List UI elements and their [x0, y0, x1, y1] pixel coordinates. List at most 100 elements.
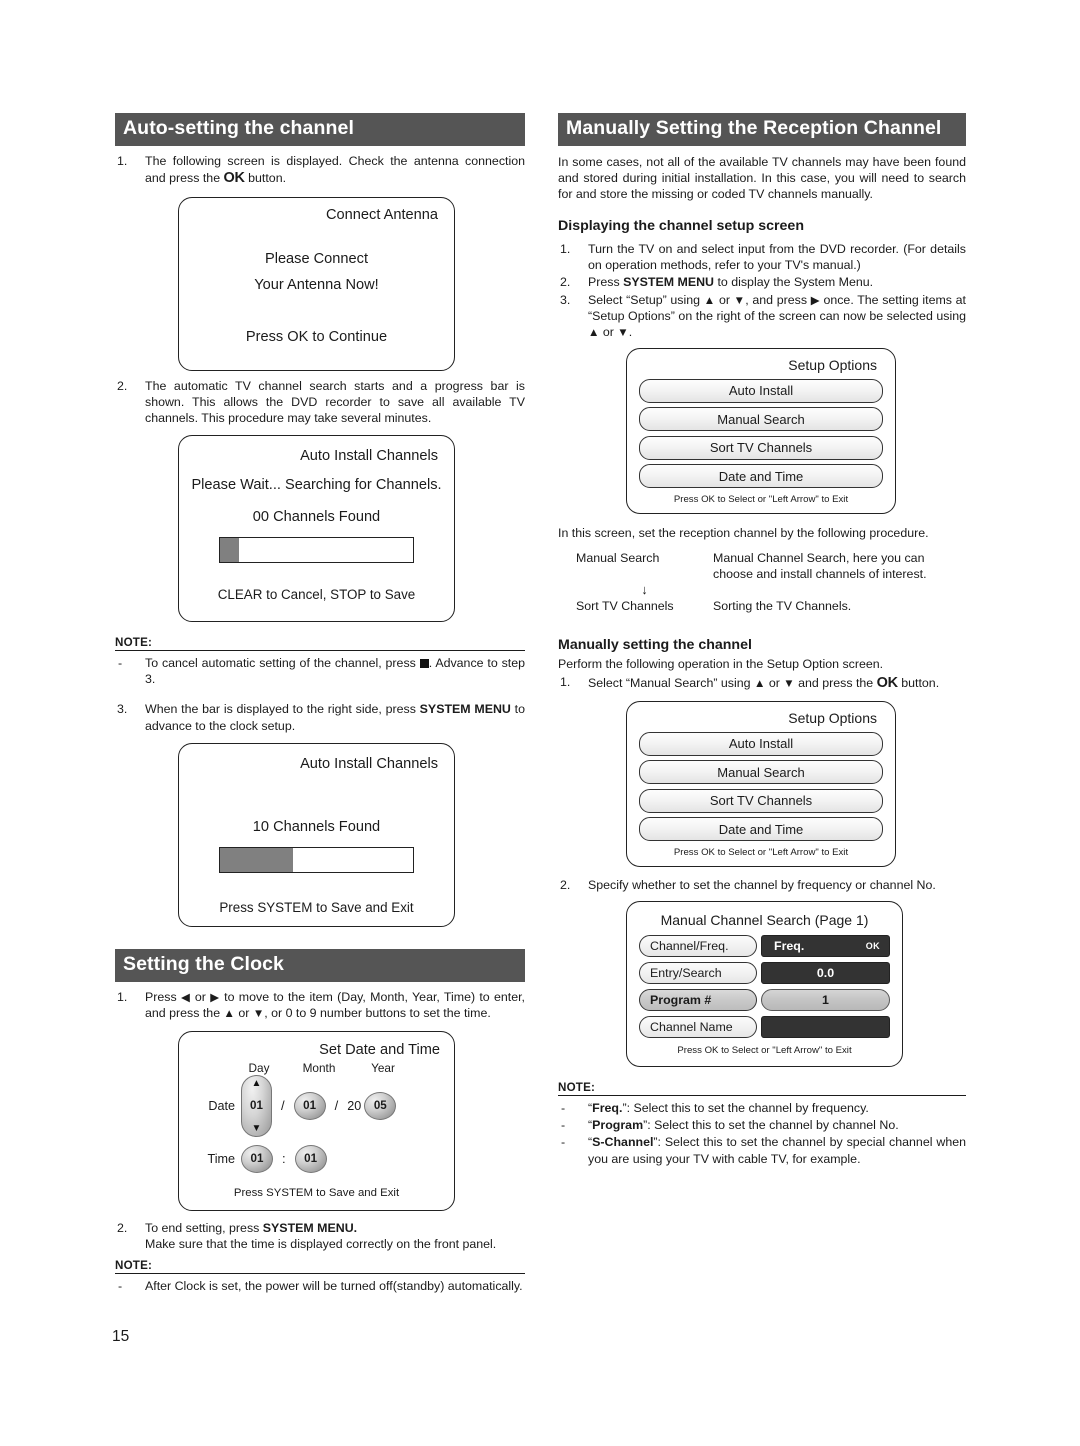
t4: or	[234, 1005, 253, 1020]
screen-line-1: Please Connect	[264, 250, 369, 267]
note-text: After Clock is set, the power will be tu…	[145, 1279, 523, 1293]
subheading-manual-setting: Manually setting the channel	[558, 636, 752, 653]
note-label: NOTE:	[558, 1081, 596, 1095]
setup-option-manual-search[interactable]: Manual Search	[639, 407, 883, 432]
setup-option-date-and-time[interactable]: Date and Time	[639, 464, 883, 489]
page-number: 15	[112, 1328, 130, 1345]
spinner-down-icon[interactable]: ▼	[252, 1123, 262, 1134]
note-text-a: To cancel automatic setting of the chann…	[145, 656, 420, 671]
setup-option-auto-install[interactable]: Auto Install	[639, 378, 883, 403]
day-spinner[interactable]: ▲ 01 ▼	[241, 1074, 272, 1137]
hour-field[interactable]: 01	[241, 1144, 273, 1173]
intro-paragraph: In some cases, not all of the available …	[558, 154, 966, 202]
year-field[interactable]: 05	[364, 1091, 397, 1120]
manual-setting-step-2-wrap: 2. Specify whether to set the channel by …	[558, 877, 966, 893]
manual-page: Auto-setting the channel 1. The following…	[0, 0, 1080, 1446]
note-bold: Program	[592, 1118, 644, 1133]
note-label: NOTE:	[115, 1259, 153, 1272]
t2: or	[190, 989, 211, 1004]
step-number: 1.	[560, 242, 571, 257]
note-text: Select this to set the channel by channe…	[654, 1118, 899, 1133]
setup-option-list: Auto Install Manual Search Sort TV Chann…	[627, 373, 895, 489]
mcs-value-program-number[interactable]: 1	[761, 989, 890, 1012]
channels-found-count: 00 Channels Found	[252, 509, 381, 526]
note-item: - “S-Channel”: Select this to set the cha…	[558, 1134, 966, 1166]
year-prefix: 20	[347, 1098, 362, 1113]
screen-title: Set Date and Time	[319, 1041, 440, 1058]
clock-step-2-wrap: 2. To end setting, press SYSTEM MENU. Make…	[115, 1220, 525, 1252]
step-number: 2.	[117, 378, 128, 393]
mcs-value-channel-freq[interactable]: Freq. OK	[761, 935, 890, 958]
s3c: , and press	[745, 292, 811, 307]
step-text-a: To end setting, press	[145, 1220, 263, 1235]
mcs-label-entry-search[interactable]: Entry/Search	[639, 962, 757, 985]
mcs-value-channel-name[interactable]	[761, 1016, 890, 1039]
ok-glyph: OK	[223, 169, 245, 186]
mcs-label-program-number[interactable]: Program #	[639, 989, 757, 1012]
setup-option-auto-install[interactable]: Auto Install	[639, 731, 883, 756]
clock-steps: 1. Press ◀ or ▶ to move to the item (Day,…	[115, 989, 525, 1021]
mcs-row-list: Channel/Freq. Freq. OK Entry/Search 0.0 P…	[627, 928, 902, 1039]
procedure-intro: In this screen, set the reception channe…	[558, 526, 929, 541]
progress-bar-wrap	[179, 846, 454, 873]
clock-column-headers: Day Month Year	[179, 1061, 454, 1075]
setup-option-sort-tv-channels[interactable]: Sort TV Channels	[639, 788, 883, 813]
screen-line-3: Press OK to Continue	[245, 328, 388, 345]
note-bullet: -	[561, 1135, 566, 1150]
setup-option-sort-tv-channels[interactable]: Sort TV Channels	[639, 435, 883, 460]
time-separator: :	[282, 1151, 286, 1167]
auto-setting-step-2-wrap: 2. The automatic TV channel search starts…	[115, 378, 525, 426]
progress-bar	[219, 537, 414, 564]
note-list: - After Clock is set, the power will be t…	[115, 1278, 525, 1294]
s3b: or	[715, 292, 734, 307]
left-column: Auto-setting the channel 1. The following…	[115, 113, 525, 1295]
procedure-row-2: Sort TV Channels Sorting the TV Channels…	[576, 598, 966, 614]
setup-option-date-and-time[interactable]: Date and Time	[639, 817, 883, 842]
right-arrow-icon: ▶	[210, 991, 220, 1004]
procedure-desc: Manual Channel Search, here you can choo…	[713, 550, 927, 581]
col-day-label: Day	[248, 1060, 270, 1075]
minute-field[interactable]: 01	[294, 1144, 327, 1173]
auto-setting-step-3-wrap: 3. When the bar is displayed to the right…	[115, 701, 525, 733]
setup-options-screen-2: Setup Options Auto Install Manual Search…	[626, 700, 896, 868]
screen-title: Manual Channel Search (Page 1)	[660, 912, 869, 929]
ok-glyph: OK	[876, 674, 898, 691]
progress-bar-fill	[220, 847, 294, 872]
note-label: NOTE:	[115, 636, 153, 650]
right-arrow-icon: ▶	[810, 294, 820, 307]
note-divider	[115, 650, 525, 652]
mcs-value-entry-search[interactable]: 0.0	[761, 962, 890, 985]
procedure-table: Manual Search Manual Channel Search, her…	[558, 550, 966, 615]
auto-setting-steps: 1. The following screen is displayed. Che…	[115, 153, 525, 188]
spinner-up-icon[interactable]: ▲	[252, 1078, 262, 1089]
step-text-b: Make sure that the time is displayed cor…	[145, 1236, 497, 1251]
step-text-b: button.	[244, 170, 287, 185]
mcs-label-channel-name[interactable]: Channel Name	[639, 1016, 757, 1039]
screen-line-2: Your Antenna Now!	[254, 276, 379, 293]
mcs-row: Program # 1	[639, 989, 890, 1012]
procedure-term: Sort TV Channels	[576, 599, 674, 614]
setup-option-manual-search[interactable]: Manual Search	[639, 760, 883, 785]
subheading-display-setup: Displaying the channel setup screen	[558, 218, 804, 235]
mcs-label-channel-freq[interactable]: Channel/Freq.	[639, 935, 757, 958]
step-1: 1. The following screen is displayed. Che…	[115, 153, 525, 188]
down-arrow-icon: ▼	[252, 1007, 265, 1020]
month-field[interactable]: 01	[293, 1091, 326, 1120]
m1b: or	[765, 675, 784, 690]
step-text-a: Press	[588, 275, 624, 290]
note-bullet: -	[561, 1101, 566, 1116]
s3f: .	[628, 324, 633, 339]
procedure-term: Manual Search	[576, 550, 660, 565]
ok-badge: OK	[865, 941, 880, 952]
connect-antenna-screen: Connect Antenna Please Connect Your Ante…	[178, 196, 455, 371]
up-arrow-icon: ▲	[703, 294, 716, 307]
m1a: Select “Manual Search” using	[588, 675, 754, 690]
step-2: 2. Specify whether to set the channel by …	[558, 877, 966, 893]
t5: , or 0 to 9 number buttons to set the ti…	[264, 1005, 491, 1020]
channels-found-count: 10 Channels Found	[252, 818, 381, 835]
note-bullet: -	[118, 1279, 123, 1293]
step-number: 2.	[117, 1220, 128, 1235]
step-bold: SYSTEM MENU	[623, 275, 714, 290]
step-text-a: When the bar is displayed to the right s…	[145, 702, 420, 717]
mcs-value-text: Freq.	[774, 939, 805, 954]
